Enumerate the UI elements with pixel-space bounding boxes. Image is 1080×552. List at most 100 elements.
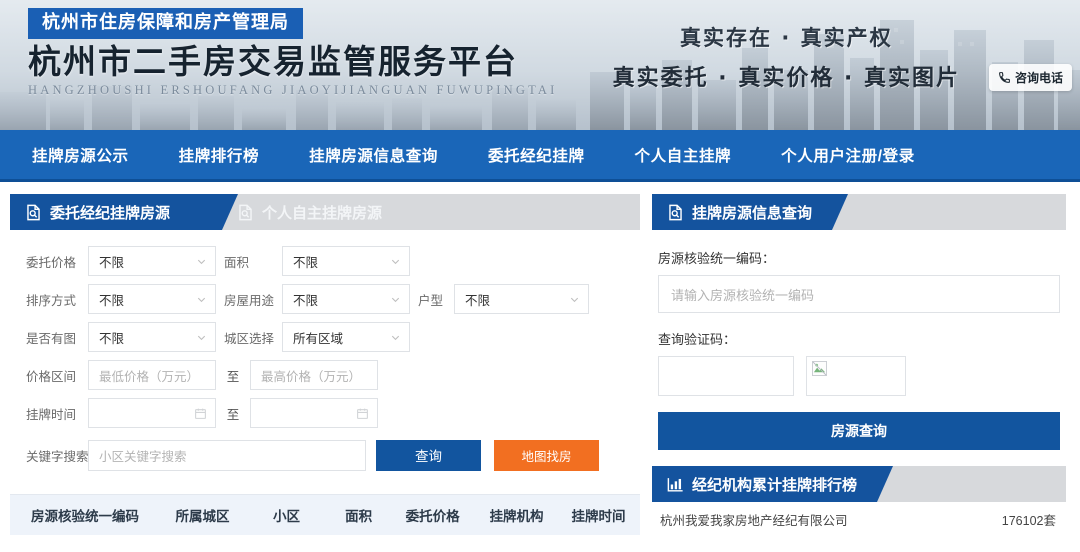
listing-date-separator: 至 [216, 404, 250, 423]
chevron-down-icon [390, 294, 401, 305]
listing-query-panel-body: 房源核验统一编码： 请输入房源核验统一编码 查询验证码： 房源查询 [652, 232, 1066, 450]
select-house-usage-value: 不限 [293, 290, 318, 309]
document-search-icon [24, 203, 43, 222]
filter-row-keyword: 关键字搜索 小区关键字搜索 查询 地图找房 [12, 432, 634, 478]
listing-query-panel-title: 挂牌房源信息查询 [692, 202, 812, 223]
label-house-usage: 房屋用途 [216, 290, 282, 309]
nav-item-listing-public[interactable]: 挂牌房源公示 [14, 144, 147, 166]
label-district: 城区选择 [216, 328, 282, 347]
input-price-min[interactable]: 最低价格（万元） [88, 360, 216, 390]
input-price-max[interactable]: 最高价格（万元） [250, 360, 378, 390]
nav-item-listing-query[interactable]: 挂牌房源信息查询 [291, 144, 456, 166]
label-sort-method: 排序方式 [12, 290, 88, 309]
label-keyword-search: 关键字搜索 [12, 446, 88, 465]
select-entrust-price-value: 不限 [99, 252, 124, 271]
filter-row-price-range: 价格区间 最低价格（万元） 至 最高价格（万元） [12, 356, 634, 394]
select-sort-method-value: 不限 [99, 290, 124, 309]
listing-query-panel-title-bar: 挂牌房源信息查询 [652, 194, 832, 230]
slogan-line-1: 真实存在 · 真实产权 [613, 22, 960, 52]
chevron-down-icon [196, 294, 207, 305]
ranking-panel-title: 经纪机构累计挂牌排行榜 [692, 474, 857, 495]
label-captcha: 查询验证码： [658, 329, 1060, 348]
select-layout-value: 不限 [465, 290, 490, 309]
label-entrust-price: 委托价格 [12, 252, 88, 271]
select-entrust-price[interactable]: 不限 [88, 246, 216, 276]
nav-item-register-login[interactable]: 个人用户注册/登录 [763, 144, 933, 166]
th-listing-time[interactable]: 挂牌时间 [557, 505, 640, 525]
right-column: 挂牌房源信息查询 房源核验统一编码： 请输入房源核验统一编码 查询验证码： 房源… [652, 194, 1066, 535]
tab-agency-listings[interactable]: 委托经纪挂牌房源 [10, 194, 222, 230]
document-search-icon [666, 203, 685, 222]
chevron-down-icon [390, 256, 401, 267]
map-search-button[interactable]: 地图找房 [494, 440, 599, 471]
gov-agency-badge: 杭州市住房保障和房产管理局 [28, 8, 303, 39]
table-header-row: 房源核验统一编码 所属城区 小区 面积 委托价格 挂牌机构 挂牌时间 [10, 495, 640, 535]
listing-query-panel-header: 挂牌房源信息查询 [652, 194, 1066, 230]
ranking-panel-title-bar: 经纪机构累计挂牌排行榜 [652, 466, 877, 502]
chevron-down-icon [196, 332, 207, 343]
captcha-row [658, 356, 1060, 396]
document-search-icon [236, 203, 255, 222]
captcha-input[interactable] [658, 356, 794, 396]
select-sort-method[interactable]: 不限 [88, 284, 216, 314]
tab-agency-listings-label: 委托经纪挂牌房源 [50, 202, 170, 223]
search-input[interactable]: 小区关键字搜索 [88, 440, 366, 471]
main-navigation: 挂牌房源公示 挂牌排行榜 挂牌房源信息查询 委托经纪挂牌 个人自主挂牌 个人用户… [0, 130, 1080, 182]
select-area[interactable]: 不限 [282, 246, 410, 276]
th-verification-code[interactable]: 房源核验统一编码 [10, 505, 160, 525]
select-house-usage[interactable]: 不限 [282, 284, 410, 314]
calendar-icon [356, 407, 369, 420]
listing-source-tabs: 委托经纪挂牌房源 个人自主挂牌房源 [10, 194, 640, 230]
bar-chart-icon [666, 475, 685, 494]
label-listing-time: 挂牌时间 [12, 404, 88, 423]
ranking-agency-name: 杭州我爱我家房地产经纪有限公司 [660, 510, 848, 529]
header-banner: 杭州市住房保障和房产管理局 杭州市二手房交易监管服务平台 HANGZHOUSHI… [0, 0, 1080, 130]
tab-self-listings[interactable]: 个人自主挂牌房源 [222, 194, 404, 230]
query-button[interactable]: 查询 [376, 440, 481, 471]
select-district[interactable]: 所有区域 [282, 322, 410, 352]
label-price-range: 价格区间 [12, 366, 88, 385]
page-content: 委托经纪挂牌房源 个人自主挂牌房源 委托价格 不限 面积 不限 [0, 182, 1080, 535]
results-table: 房源核验统一编码 所属城区 小区 面积 委托价格 挂牌机构 挂牌时间 [10, 494, 640, 535]
search-filter-form: 委托价格 不限 面积 不限 排序方式 不限 房屋用途 [10, 230, 640, 484]
ranking-list-item[interactable]: 杭州我爱我家房地产经纪有限公司 176102套 [652, 504, 1066, 529]
nav-item-self-listing[interactable]: 个人自主挂牌 [617, 144, 750, 166]
slogan-line-2: 真实委托 · 真实价格 · 真实图片 [613, 60, 960, 92]
label-has-photo: 是否有图 [12, 328, 88, 347]
consult-phone-button[interactable]: 咨询电话 [989, 64, 1072, 91]
filter-row-price-area: 委托价格 不限 面积 不限 [12, 242, 634, 280]
th-listing-agency[interactable]: 挂牌机构 [476, 505, 557, 525]
nav-item-agency-listing[interactable]: 委托经纪挂牌 [470, 144, 603, 166]
tab-self-listings-label: 个人自主挂牌房源 [262, 202, 382, 223]
select-layout[interactable]: 不限 [454, 284, 589, 314]
select-has-photo-value: 不限 [99, 328, 124, 347]
verification-code-input[interactable]: 请输入房源核验统一编码 [658, 275, 1060, 313]
phone-icon [998, 71, 1011, 84]
captcha-image[interactable] [806, 356, 906, 396]
input-listing-date-end[interactable] [250, 398, 378, 428]
th-district[interactable]: 所属城区 [160, 505, 245, 525]
filter-row-listing-date: 挂牌时间 至 [12, 394, 634, 432]
label-verification-code: 房源核验统一编码： [658, 248, 1060, 267]
chevron-down-icon [390, 332, 401, 343]
label-layout: 户型 [410, 290, 454, 309]
banner-slogan: 真实存在 · 真实产权 真实委托 · 真实价格 · 真实图片 [613, 22, 960, 92]
th-entrust-price[interactable]: 委托价格 [389, 505, 476, 525]
site-title: 杭州市二手房交易监管服务平台 [28, 44, 558, 81]
site-title-pinyin: HANGZHOUSHI ERSHOUFANG JIAOYIJIANGUAN FU… [28, 83, 558, 98]
select-area-value: 不限 [293, 252, 318, 271]
input-listing-date-start[interactable] [88, 398, 216, 428]
ranking-panel-header: 经纪机构累计挂牌排行榜 [652, 466, 1066, 502]
filter-row-photo-district: 是否有图 不限 城区选择 所有区域 [12, 318, 634, 356]
select-has-photo[interactable]: 不限 [88, 322, 216, 352]
calendar-icon [194, 407, 207, 420]
broken-image-icon [812, 361, 827, 376]
nav-item-ranking[interactable]: 挂牌排行榜 [161, 144, 278, 166]
th-community[interactable]: 小区 [245, 505, 328, 525]
chevron-down-icon [569, 294, 580, 305]
th-area[interactable]: 面积 [328, 505, 389, 525]
banner-title-group: 杭州市住房保障和房产管理局 杭州市二手房交易监管服务平台 HANGZHOUSHI… [28, 8, 558, 98]
house-query-button[interactable]: 房源查询 [658, 412, 1060, 450]
chevron-down-icon [196, 256, 207, 267]
select-district-value: 所有区域 [293, 328, 343, 347]
